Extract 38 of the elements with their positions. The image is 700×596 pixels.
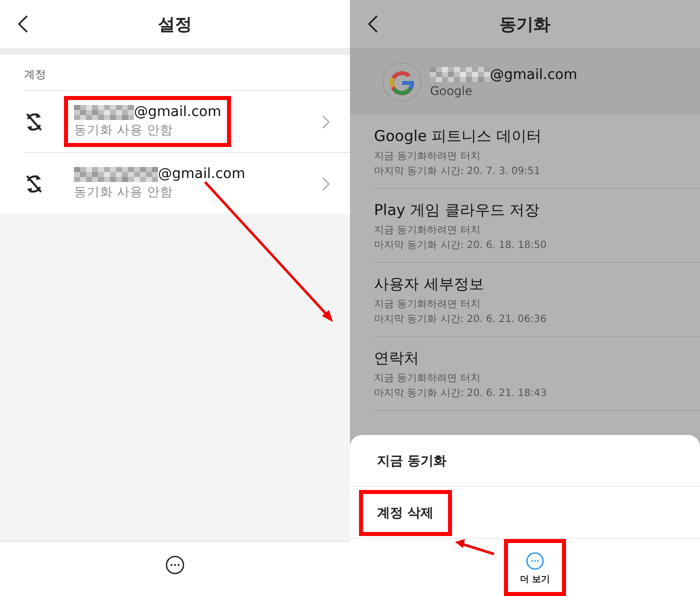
- sync-off-icon: [24, 110, 44, 132]
- sync-off-icon: [24, 172, 44, 194]
- more-icon[interactable]: [165, 555, 185, 575]
- back-icon[interactable]: [368, 15, 378, 33]
- more-icon: [526, 552, 544, 570]
- chevron-icon: [322, 176, 330, 190]
- chevron-icon: [322, 114, 330, 128]
- blurred-text: [74, 104, 134, 120]
- sync-hint: 지금 동기화하려면 터치: [374, 298, 480, 311]
- last-sync-time: 마지막 동기화 시간: 20. 6. 21. 06:36: [374, 313, 547, 326]
- sync-item-name[interactable]: Google 피트니스 데이터: [374, 127, 542, 146]
- sync-hint: 지금 동기화하려면 터치: [374, 224, 480, 237]
- sync-hint: 지금 동기화하려면 터치: [374, 372, 480, 385]
- account-email: @gmail.com: [134, 104, 222, 120]
- account-email: @gmail.com: [490, 66, 578, 82]
- account-email: @gmail.com: [158, 166, 246, 182]
- account-provider: Google: [430, 84, 474, 98]
- menu-item[interactable]: 계정 삭제: [359, 490, 452, 536]
- sync-item-name[interactable]: 사용자 세부정보: [374, 275, 484, 294]
- sync-hint: 지금 동기화하려면 터치: [374, 150, 480, 163]
- last-sync-time: 마지막 동기화 시간: 20. 6. 21. 18:43: [374, 387, 547, 400]
- screen-title: 동기화: [500, 14, 550, 34]
- annotation-arrow: [455, 539, 494, 556]
- more-button[interactable]: 더 보기: [504, 539, 566, 596]
- last-sync-time: 마지막 동기화 시간: 20. 6. 18. 18:50: [374, 239, 547, 252]
- last-sync-time: 마지막 동기화 시간: 20. 7. 3. 09:51: [374, 165, 540, 178]
- screen-title: 설정: [158, 14, 192, 34]
- account-row[interactable]: @gmail.com 동기화 사용 안함: [24, 152, 350, 214]
- blurred-text: [430, 67, 490, 82]
- account-row[interactable]: @gmail.com 동기화 사용 안함: [24, 90, 350, 152]
- back-icon[interactable]: [18, 15, 28, 33]
- section-label: 계정: [24, 67, 46, 82]
- sync-item-name[interactable]: 연락처: [374, 349, 419, 368]
- google-logo-icon: [382, 62, 422, 102]
- sync-item-name[interactable]: Play 게임 클라우드 저장: [374, 201, 540, 220]
- sync-status: 동기화 사용 안함: [74, 184, 174, 201]
- menu-item[interactable]: 지금 동기화: [359, 438, 465, 484]
- sync-status: 동기화 사용 안함: [74, 122, 174, 139]
